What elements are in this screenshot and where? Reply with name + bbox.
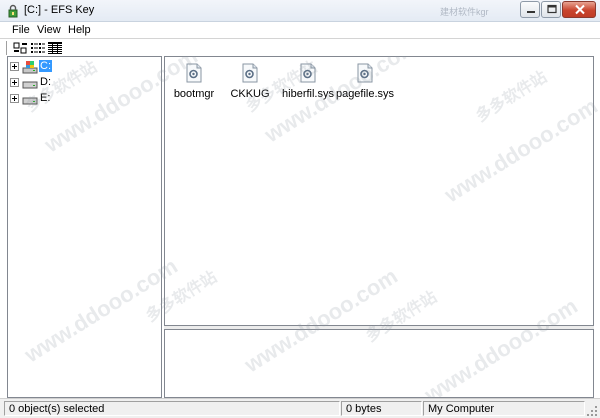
file-name: pagefile.sys [335, 88, 395, 100]
hard-drive-icon [22, 81, 38, 89]
maximize-icon [547, 4, 557, 14]
drive-label: D: [40, 76, 51, 88]
minimize-icon [527, 11, 535, 13]
file-name: hiberfil.sys [282, 88, 334, 100]
drive-label: E: [40, 92, 51, 104]
window-title: [C:] - EFS Key [24, 4, 95, 16]
tree-item-drive-c[interactable]: C: [8, 59, 158, 75]
maximize-button[interactable] [541, 1, 561, 18]
expand-icon[interactable] [10, 62, 19, 71]
file-name: bootmgr [173, 88, 215, 100]
menu-view[interactable]: View [37, 24, 61, 36]
system-file-icon [357, 63, 373, 83]
title-bar[interactable]: [C:] - EFS Key 建材软件kgr [0, 0, 600, 22]
status-location: My Computer [423, 401, 585, 416]
efs-key-app-icon [8, 4, 18, 18]
system-file-icon [186, 63, 202, 83]
file-list-pane[interactable]: bootmgr CKKUG hiberfil.sys pagefile.sys [164, 56, 594, 326]
drive-label: C: [39, 60, 52, 72]
close-button[interactable] [562, 1, 596, 18]
toolbar [0, 38, 600, 56]
resize-grip-icon[interactable] [586, 405, 598, 417]
tree-item-drive-e[interactable]: E: [8, 91, 158, 107]
file-item-hiberfil[interactable]: hiberfil.sys [276, 63, 340, 103]
details-view-icon[interactable] [47, 41, 63, 55]
expand-icon[interactable] [10, 78, 19, 87]
drive-tree-pane[interactable]: C: D: E: [7, 56, 162, 398]
title-bar-ghost-text: 建材软件kgr [440, 7, 489, 17]
large-icons-view-icon[interactable] [13, 41, 29, 55]
detail-pane[interactable] [164, 329, 594, 398]
hard-drive-icon [22, 97, 38, 105]
expand-icon[interactable] [10, 94, 19, 103]
file-name: CKKUG [230, 88, 270, 100]
tree-item-drive-d[interactable]: D: [8, 75, 158, 91]
menu-bar: File View Help [0, 22, 600, 38]
file-item-ckkug[interactable]: CKKUG [218, 63, 282, 103]
toolbar-grip[interactable] [6, 41, 8, 55]
system-file-icon [242, 63, 258, 83]
status-selection-count: 0 object(s) selected [4, 401, 340, 416]
minimize-button[interactable] [520, 1, 540, 18]
menu-help[interactable]: Help [68, 24, 91, 36]
system-file-icon [300, 63, 316, 83]
file-item-bootmgr[interactable]: bootmgr [162, 63, 226, 103]
menu-file[interactable]: File [12, 24, 30, 36]
list-view-icon[interactable] [30, 41, 46, 55]
file-item-pagefile[interactable]: pagefile.sys [333, 63, 397, 103]
system-drive-icon [22, 61, 38, 74]
status-total-size: 0 bytes [341, 401, 422, 416]
close-icon [575, 4, 585, 15]
status-bar: 0 object(s) selected 0 bytes My Computer [0, 398, 600, 418]
